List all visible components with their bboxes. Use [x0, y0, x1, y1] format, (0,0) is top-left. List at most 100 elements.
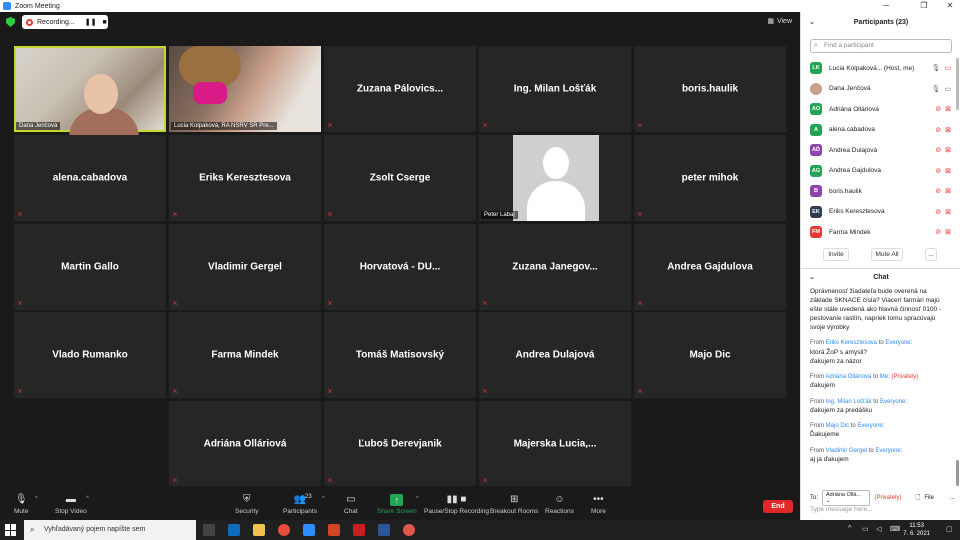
maximize-icon[interactable]: ❐ [910, 0, 938, 12]
word-icon[interactable] [378, 524, 390, 536]
participant-tile[interactable]: Tomáš Matisovský ⨯ [324, 312, 476, 398]
outlook-icon[interactable] [228, 524, 240, 536]
muted-mic-icon[interactable]: ⊘ [935, 146, 941, 154]
breakout-rooms-button[interactable]: ⊞ Breakout Rooms [490, 494, 538, 515]
participant-tile[interactable]: Majerska Lucia,... ⨯ [479, 401, 631, 487]
powerpoint-icon[interactable] [328, 524, 340, 536]
participant-list-item[interactable]: FM Farma Mindek ⊘ ⊠ [801, 222, 960, 243]
participant-list-item[interactable]: Bboris.haulik ⊘ ⊠ [801, 181, 960, 202]
audio-options-caret-icon[interactable]: ^ [35, 496, 38, 502]
participant-list-item[interactable]: AĎ Andrea Ďulajová ⊘ ⊠ [801, 140, 960, 161]
chat-more-button[interactable]: ... [950, 495, 955, 501]
security-button[interactable]: ⛨ Security [235, 494, 258, 515]
task-view-icon[interactable] [203, 524, 215, 536]
participant-tile[interactable]: peter mihok ⨯ [634, 135, 786, 221]
video-off-icon[interactable]: ⊠ [945, 208, 951, 216]
participant-tile[interactable]: Vladimir Gergel ⨯ [169, 224, 321, 310]
chat-scrollbar[interactable] [956, 460, 959, 486]
view-button[interactable]: ▦ View [767, 17, 792, 26]
taskbar-search-input[interactable]: ⌕ Vyhľadávaný pojem napíšte sem [24, 520, 196, 540]
keyboard-icon[interactable]: ⌨ [890, 525, 900, 533]
muted-mic-icon[interactable]: ⊘ [935, 208, 941, 216]
file-button[interactable]: File [924, 495, 934, 501]
microphone-icon[interactable]: 🎙 [931, 64, 940, 72]
video-off-icon[interactable]: ⊠ [945, 146, 951, 154]
participants-more-button[interactable]: ... [925, 248, 937, 261]
participant-list-item[interactable]: AO Adriána Olláriová ⊘ ⊠ [801, 99, 960, 120]
video-camera-icon[interactable]: ▭ [944, 85, 951, 93]
participant-tile[interactable]: alena.cabadova ⨯ [14, 135, 166, 221]
clock[interactable]: 11:53 7. 6. 2021 [903, 522, 930, 538]
participant-tile[interactable]: Lucia Kolpaková, RA NSRV SR Pre... [169, 46, 321, 132]
collapse-chevron-icon[interactable]: ⌄ [809, 273, 815, 281]
participant-tile[interactable]: Zsolt Cserge ⨯ [324, 135, 476, 221]
participant-tile[interactable]: Zuzana Janegov... ⨯ [479, 224, 631, 310]
video-off-icon[interactable]: ⊠ [945, 105, 951, 113]
participant-tile[interactable]: Horvatová - DU... ⨯ [324, 224, 476, 310]
participant-tile[interactable]: Eriks Keresztesova ⨯ [169, 135, 321, 221]
participant-tile[interactable]: boris.haulik ⨯ [634, 46, 786, 132]
participant-tile[interactable]: Andrea Gajdulova ⨯ [634, 224, 786, 310]
windows-start-icon[interactable] [5, 524, 17, 536]
participant-tile[interactable]: Vlado Rumanko ⨯ [14, 312, 166, 398]
reactions-button[interactable]: ☺ Reactions [545, 494, 574, 515]
participant-tile[interactable]: Martin Gallo ⨯ [14, 224, 166, 310]
acrobat-icon[interactable] [353, 524, 365, 536]
stop-video-button[interactable]: ▬ Stop Video [55, 494, 87, 515]
app-icon[interactable] [403, 524, 415, 536]
collapse-chevron-icon[interactable]: ⌄ [809, 18, 815, 26]
video-options-caret-icon[interactable]: ^ [86, 496, 89, 502]
participant-list-item[interactable]: EK Eriks Keresztesova ⊘ ⊠ [801, 202, 960, 223]
share-options-caret-icon[interactable]: ^ [416, 496, 419, 502]
participant-tile[interactable]: Peter Labaj [479, 135, 631, 221]
chat-button[interactable]: ▭ Chat [344, 494, 358, 515]
participant-tile[interactable]: Ľuboš Derevjanik ⨯ [324, 401, 476, 487]
network-icon[interactable]: ▭ [862, 525, 869, 533]
recipient-dropdown[interactable]: Adriána Ollá... ⌄ [822, 490, 871, 506]
participant-list-item[interactable]: LK Lucia Kolpaková... (Host, me) 🎙 ▭ [801, 58, 960, 79]
participant-tile[interactable]: Zuzana Pálovics... ⨯ [324, 46, 476, 132]
volume-icon[interactable]: ◁ [876, 525, 881, 533]
chrome-icon[interactable] [278, 524, 290, 536]
muted-mic-icon[interactable]: ⊘ [935, 126, 941, 134]
video-off-icon[interactable]: ⊠ [945, 187, 951, 195]
stop-recording-icon[interactable]: ■ [102, 19, 106, 26]
microphone-icon[interactable]: 🎙 [931, 85, 940, 93]
participant-list-item[interactable]: AG Andrea Gajdulova ⊘ ⊠ [801, 161, 960, 182]
video-off-icon[interactable]: ⊠ [945, 126, 951, 134]
participant-tile[interactable]: Andrea Ďulajová ⨯ [479, 312, 631, 398]
participant-tile[interactable]: Dana Jenčová [14, 46, 166, 138]
file-explorer-icon[interactable] [253, 524, 265, 536]
mute-button[interactable]: 🎙 Mute [14, 494, 28, 515]
muted-mic-icon[interactable]: ⊘ [935, 228, 941, 236]
pause-recording-icon[interactable]: ❚❚ [85, 18, 97, 26]
muted-mic-icon[interactable]: ⊘ [935, 187, 941, 195]
video-off-icon[interactable]: ⊠ [945, 228, 951, 236]
participant-search-input[interactable]: ⌕ Find a participant [810, 39, 952, 53]
participant-tile[interactable]: Adriána Olláriová ⨯ [169, 401, 321, 487]
participants-options-caret-icon[interactable]: ^ [322, 496, 325, 502]
pause-stop-recording-button[interactable]: ▮▮ ■ Pause/Stop Recording [424, 494, 489, 515]
participant-list-item[interactable]: Dana Jenčová 🎙 ▭ [801, 79, 960, 100]
mute-all-button[interactable]: Mute All [871, 248, 903, 261]
close-icon[interactable]: ✕ [936, 0, 960, 12]
tray-chevron-icon[interactable]: ^ [848, 525, 851, 532]
security-shield-icon[interactable] [6, 17, 15, 27]
participant-tile[interactable]: Ing. Milan Lošťák ⨯ [479, 46, 631, 132]
muted-mic-icon[interactable]: ⊘ [935, 105, 941, 113]
minimize-icon[interactable]: ─ [872, 0, 900, 12]
notifications-icon[interactable]: ▢ [946, 525, 953, 533]
chat-message-input[interactable]: Type message here... [810, 506, 873, 513]
participant-tile[interactable]: Farma Mindek ⨯ [169, 312, 321, 398]
file-icon[interactable]: 🗋 [915, 493, 920, 503]
video-camera-icon[interactable]: ▭ [944, 64, 951, 72]
more-button[interactable]: ••• More [591, 494, 606, 515]
participant-list-scrollbar[interactable] [956, 58, 959, 110]
share-screen-button[interactable]: ↑ Share Screen [377, 494, 417, 515]
video-off-icon[interactable]: ⊠ [945, 167, 951, 175]
participant-list-item[interactable]: Aalena.cabadova ⊘ ⊠ [801, 120, 960, 141]
muted-mic-icon[interactable]: ⊘ [935, 167, 941, 175]
invite-button[interactable]: Invite [823, 248, 849, 261]
end-meeting-button[interactable]: End [763, 500, 793, 513]
participant-tile[interactable]: Majo Dic ⨯ [634, 312, 786, 398]
